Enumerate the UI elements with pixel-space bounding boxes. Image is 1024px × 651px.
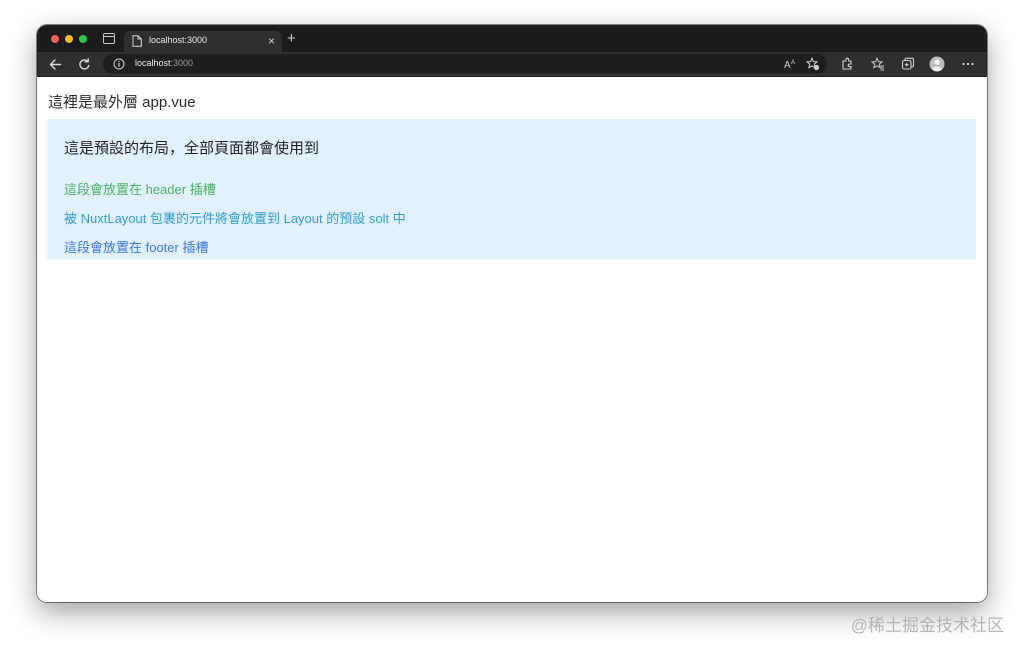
watermark: @稀土掘金技术社区 (850, 616, 1004, 635)
back-icon[interactable] (48, 57, 63, 72)
svg-text:A: A (791, 60, 795, 66)
url-host: localhost (135, 58, 171, 68)
browser-window: localhost:3000 × + localhost:3000 A A 這裡… (37, 25, 987, 602)
extensions-icon[interactable] (840, 57, 854, 71)
sidebar-icon[interactable] (103, 33, 115, 44)
tab-title: localhost:3000 (149, 35, 208, 45)
default-layout-box: 這是預設的布局，全部頁面都會使用到 這段會放置在 header 插槽 被 Nux… (47, 119, 976, 259)
reload-icon[interactable] (77, 57, 92, 72)
maximize-window-button[interactable] (79, 35, 87, 43)
close-window-button[interactable] (51, 35, 59, 43)
more-icon[interactable] (961, 57, 975, 71)
read-aloud-icon[interactable]: A A (783, 57, 797, 71)
page-content: 這裡是最外層 app.vue 這是預設的布局，全部頁面都會使用到 這段會放置在 … (37, 77, 987, 602)
address-bar[interactable]: localhost:3000 A A (103, 54, 827, 74)
favorites-icon[interactable] (871, 57, 885, 71)
browser-tab[interactable]: localhost:3000 × (124, 31, 282, 52)
layout-heading: 這是預設的布局，全部頁面都會使用到 (64, 140, 320, 157)
tab-close-icon[interactable]: × (268, 33, 275, 49)
info-icon[interactable] (113, 58, 125, 70)
new-tab-button[interactable]: + (287, 30, 296, 48)
header-slot-text: 這段會放置在 header 插槽 (64, 182, 216, 197)
browser-toolbar: localhost:3000 A A (37, 52, 987, 77)
collections-icon[interactable] (901, 57, 915, 71)
svg-text:A: A (784, 60, 791, 71)
profile-icon[interactable] (929, 56, 945, 72)
app-title: 這裡是最外層 app.vue (48, 94, 196, 111)
add-favorite-icon[interactable] (806, 57, 820, 71)
url-port: :3000 (170, 58, 194, 68)
default-slot-text: 被 NuxtLayout 包裹的元件將會放置到 Layout 的預設 solt … (64, 211, 406, 226)
minimize-window-button[interactable] (65, 35, 73, 43)
footer-slot-text: 這段會放置在 footer 插槽 (64, 240, 209, 255)
url-text: localhost:3000 (135, 58, 193, 68)
page-icon (132, 35, 142, 47)
title-bar: localhost:3000 × + (37, 25, 987, 52)
